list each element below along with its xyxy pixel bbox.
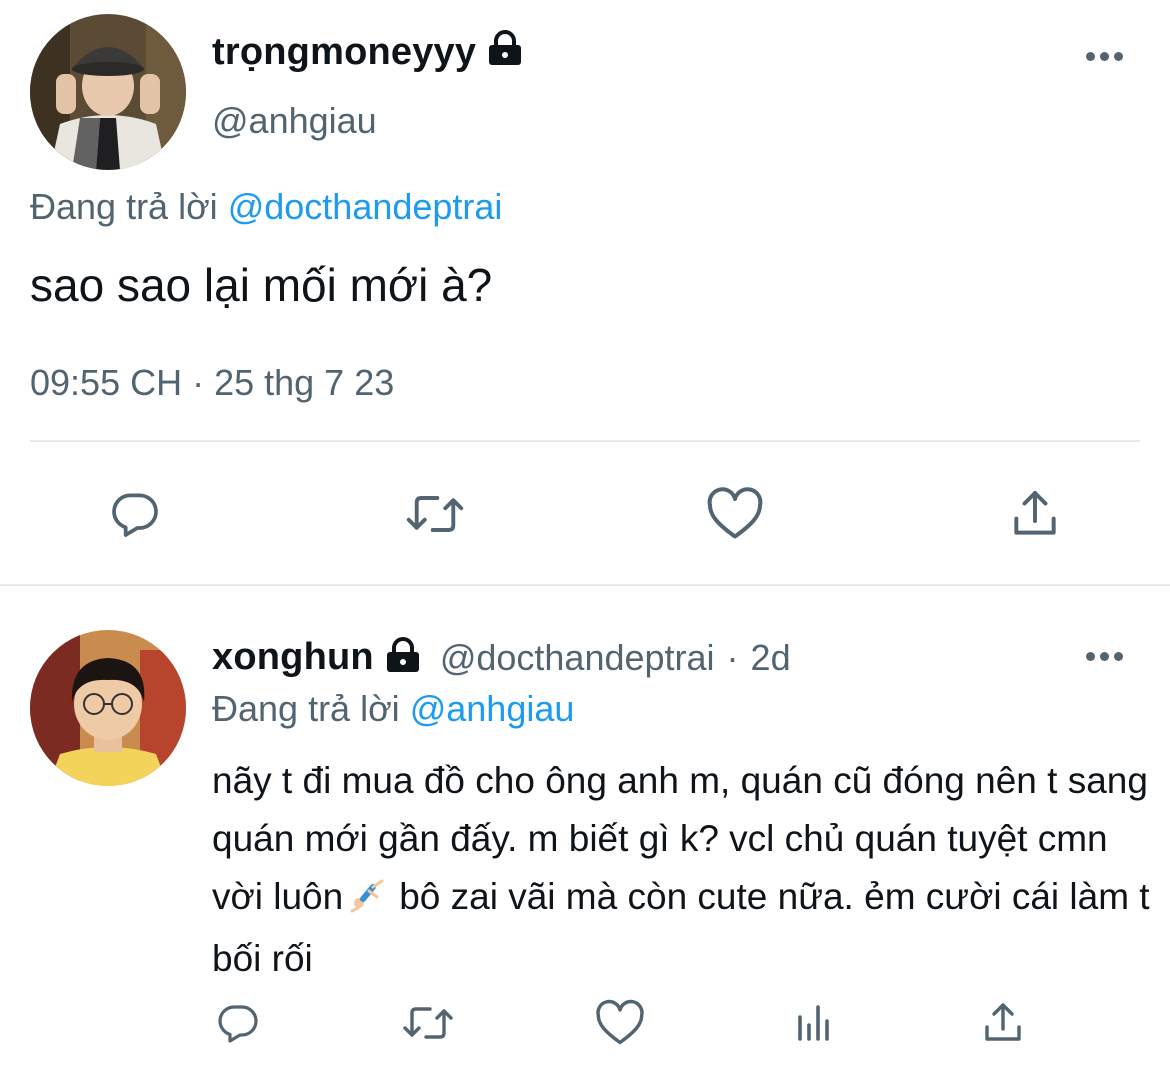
cartwheel-emoji — [349, 872, 385, 930]
timestamp[interactable]: 09:55 CH · 25 thg 7 23 — [30, 362, 394, 404]
mention-link[interactable]: @anhgiau — [410, 688, 575, 729]
tweet-text: nãy t đi mua đồ cho ông anh m, quán cũ đ… — [212, 752, 1152, 988]
share-button[interactable] — [975, 995, 1031, 1051]
reply-button[interactable] — [210, 995, 266, 1051]
display-name[interactable]: trọngmoneyyy — [212, 30, 524, 74]
like-icon — [594, 999, 646, 1047]
divider — [30, 440, 1140, 442]
retweet-icon — [400, 999, 456, 1047]
time-ago[interactable]: 2d — [751, 637, 791, 679]
lock-icon — [486, 30, 524, 71]
tweet-header: xonghun @docthandeptrai · 2d — [212, 636, 791, 679]
share-button[interactable] — [1000, 482, 1070, 546]
mention-link[interactable]: @docthandeptrai — [228, 186, 503, 227]
share-icon — [1007, 486, 1063, 542]
replying-to: Đang trả lời @anhgiau — [212, 688, 574, 730]
handle[interactable]: @anhgiau — [212, 100, 377, 142]
avatar[interactable] — [30, 14, 186, 170]
reply-icon — [214, 999, 262, 1047]
analytics-icon — [790, 999, 838, 1047]
handle[interactable]: @docthandeptrai — [440, 637, 715, 679]
replying-to: Đang trả lời @docthandeptrai — [30, 186, 502, 228]
reply-button[interactable] — [100, 482, 170, 546]
more-options-icon[interactable] — [1086, 652, 1123, 661]
retweet-button[interactable] — [400, 482, 470, 546]
divider — [0, 584, 1170, 586]
tweet-text: sao sao lại mối mới à? — [30, 259, 493, 311]
like-icon — [705, 486, 765, 542]
like-button[interactable] — [700, 482, 770, 546]
more-options-icon[interactable] — [1086, 52, 1123, 61]
analytics-button[interactable] — [786, 995, 842, 1051]
avatar[interactable] — [30, 630, 186, 786]
retweet-button[interactable] — [398, 995, 458, 1051]
display-name-text[interactable]: trọngmoneyyy — [212, 31, 476, 73]
like-button[interactable] — [592, 995, 648, 1051]
lock-icon — [384, 637, 422, 678]
replying-prefix: Đang trả lời — [30, 186, 218, 227]
share-icon — [979, 999, 1027, 1047]
separator: · — [726, 636, 739, 678]
reply-icon — [107, 486, 163, 542]
retweet-icon — [403, 486, 467, 542]
display-name[interactable]: xonghun — [212, 636, 374, 679]
replying-prefix: Đang trả lời — [212, 688, 400, 729]
